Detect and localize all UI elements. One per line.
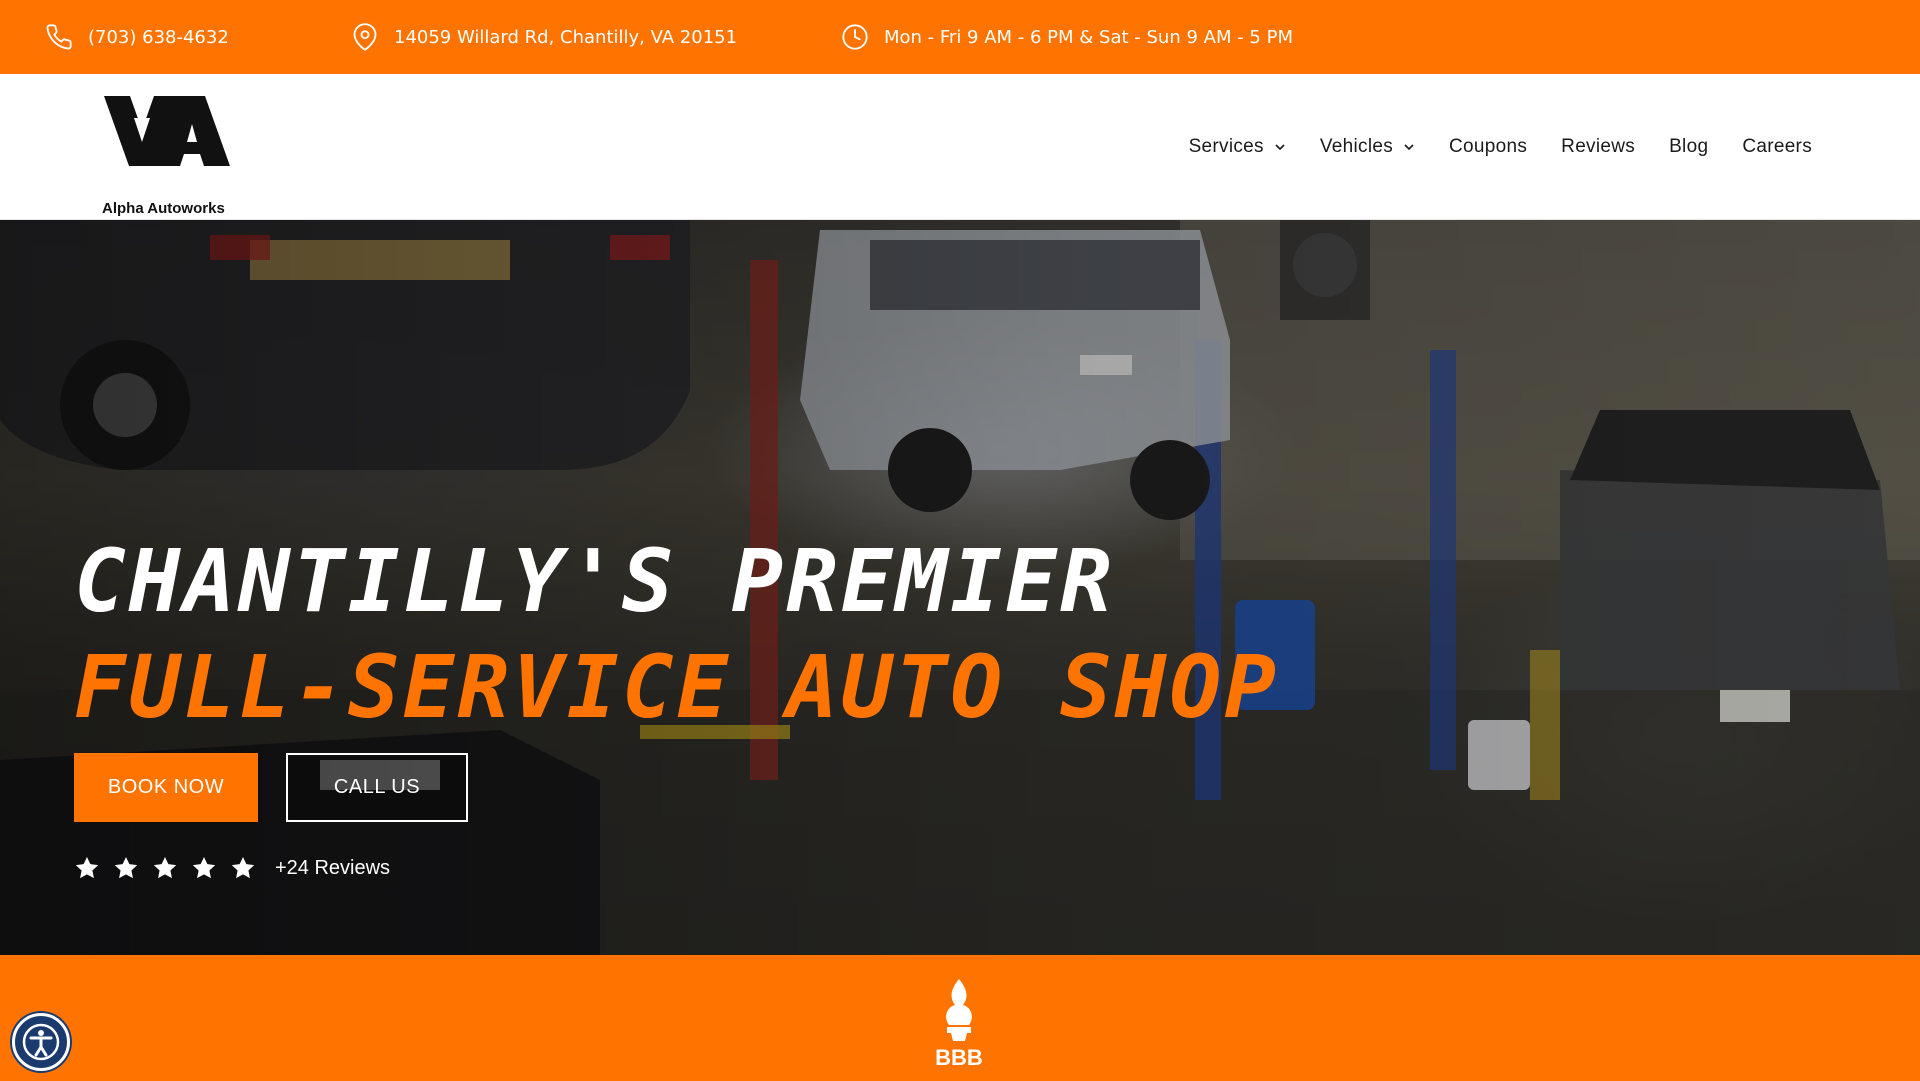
bbb-text: BBB [935, 1045, 983, 1069]
accreditation-band: BBB [0, 955, 1920, 1081]
map-pin-icon [350, 22, 380, 52]
star-icon [192, 856, 216, 879]
nav-vehicles[interactable]: Vehicles [1320, 136, 1415, 158]
nav-label: Coupons [1449, 136, 1528, 157]
topbar-address[interactable]: 14059 Willard Rd, Chantilly, VA 20151 [350, 0, 737, 74]
star-icon [153, 856, 177, 879]
nav-label: Reviews [1561, 136, 1636, 157]
star-icon [114, 856, 138, 879]
accessibility-button[interactable] [12, 1013, 70, 1071]
nav-label: Services [1188, 136, 1264, 157]
call-us-button[interactable]: CALL US [286, 753, 468, 822]
chevron-down-icon [1404, 144, 1414, 151]
book-now-button[interactable]: BOOK NOW [74, 753, 258, 822]
top-info-bar: (703) 638-4632 14059 Willard Rd, Chantil… [0, 0, 1920, 74]
nav-label: Blog [1669, 136, 1709, 157]
alpha-logo-icon [104, 96, 230, 166]
hours-text: Mon - Fri 9 AM - 6 PM & Sat - Sun 9 AM -… [884, 26, 1293, 48]
nav-careers[interactable]: Careers [1742, 136, 1812, 158]
phone-icon [44, 22, 74, 52]
hero-headline: CHANTILLY'S PREMIER [74, 532, 1115, 632]
star-icon [231, 856, 255, 879]
nav-coupons[interactable]: Coupons [1449, 136, 1527, 158]
topbar-phone[interactable]: (703) 638-4632 [44, 0, 229, 74]
rating-row[interactable]: +24 Reviews [74, 850, 390, 886]
nav-services[interactable]: Services [1189, 136, 1286, 158]
phone-number: (703) 638-4632 [88, 26, 229, 48]
nav-label: Careers [1742, 136, 1812, 157]
logo-wordmark: Alpha Autoworks [102, 200, 225, 217]
reviews-count: +24 Reviews [275, 856, 391, 879]
main-nav: Services Vehicles Coupons Reviews Blog C… [1155, 74, 1812, 220]
chevron-down-icon [1275, 144, 1285, 151]
nav-label: Vehicles [1319, 136, 1394, 157]
topbar-hours: Mon - Fri 9 AM - 6 PM & Sat - Sun 9 AM -… [840, 0, 1293, 74]
address-text: 14059 Willard Rd, Chantilly, VA 20151 [394, 26, 738, 48]
nav-reviews[interactable]: Reviews [1561, 136, 1635, 158]
hero-section: CHANTILLY'S PREMIER FULL-SERVICE AUTO SH… [0, 220, 1920, 955]
site-logo[interactable]: Alpha Autoworks [100, 96, 240, 217]
star-icon [75, 856, 99, 879]
bbb-logo-icon[interactable]: BBB [925, 977, 993, 1069]
accessibility-icon [22, 1023, 60, 1061]
clock-icon [840, 22, 870, 52]
nav-blog[interactable]: Blog [1669, 136, 1708, 158]
site-header: Alpha Autoworks Services Vehicles Coupon… [0, 74, 1920, 220]
hero-subheadline: FULL-SERVICE AUTO SHOP [74, 638, 1280, 738]
